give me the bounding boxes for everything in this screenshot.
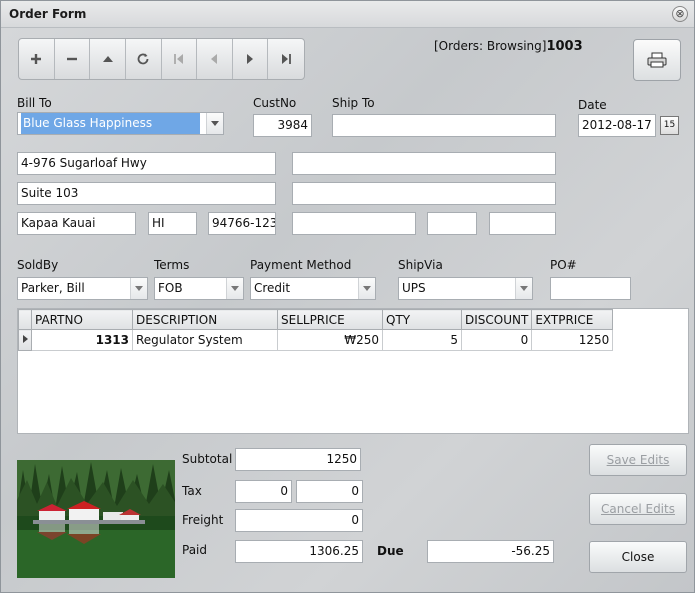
bill-to-label: Bill To [17,96,52,110]
add-record-button[interactable] [19,39,55,79]
row-indicator-header [18,309,32,330]
table-row[interactable]: 1313 Regulator System ₩250 5 0 1250 [18,329,614,351]
ship-zip-field[interactable] [489,212,556,235]
items-table: PARTNO DESCRIPTION SELLPRICE QTY DISCOUN… [18,309,614,351]
tax-amount-field[interactable]: 0 [296,480,363,503]
bill-to-value: Blue Glass Happiness [21,113,200,134]
current-row-icon [23,334,28,343]
tax-label: Tax [182,484,202,498]
save-edits-button[interactable]: Save Edits [589,444,687,476]
cell-description[interactable]: Regulator System [132,329,278,351]
freight-label: Freight [182,513,224,527]
triangle-up-icon [102,56,113,62]
chevron-down-icon[interactable] [130,278,147,299]
date-field[interactable]: 2012-08-17 [578,114,656,137]
close-window-icon[interactable]: ⊗ [672,6,688,22]
chevron-down-icon[interactable] [515,278,532,299]
first-icon [173,54,183,64]
paid-label: Paid [182,543,208,557]
bill-to-combo[interactable]: Blue Glass Happiness [17,112,224,135]
column-header-extprice[interactable]: EXTPRICE [531,309,614,330]
refresh-button[interactable] [126,39,162,79]
header-row: PARTNO DESCRIPTION SELLPRICE QTY DISCOUN… [18,309,614,330]
freight-field[interactable]: 0 [235,509,363,532]
payment-method-label: Payment Method [250,258,352,272]
ship-address1-field[interactable] [292,152,556,175]
cell-extprice[interactable]: 1250 [531,329,614,351]
record-navigator [18,38,305,80]
cell-partno[interactable]: 1313 [31,329,133,351]
paid-field[interactable]: 1306.25 [235,540,363,563]
row-indicator [18,329,32,351]
column-header-sellprice[interactable]: SELLPRICE [277,309,383,330]
terms-label: Terms [154,258,190,272]
chevron-down-icon[interactable] [226,278,243,299]
next-icon [247,54,254,64]
payment-method-value: Credit [254,281,291,295]
print-button[interactable] [633,39,681,81]
last-icon [282,54,292,64]
subtotal-label: Subtotal [182,452,233,466]
cell-discount[interactable]: 0 [460,329,533,351]
chevron-down-icon[interactable] [358,278,375,299]
due-label: Due [377,544,404,558]
record-status: [Orders: Browsing]1003 [434,39,583,54]
column-header-description[interactable]: DESCRIPTION [132,309,278,330]
delete-record-button[interactable] [55,39,91,79]
first-record-button[interactable] [162,39,198,79]
printer-icon [647,52,667,68]
ship-city-field[interactable] [292,212,416,235]
ship-to-name-field[interactable] [332,114,556,137]
terms-combo[interactable]: FOB [154,277,244,300]
subtotal-field[interactable]: 1250 [235,448,361,471]
ship-via-combo[interactable]: UPS [398,277,533,300]
column-header-qty[interactable]: QTY [382,309,462,330]
bill-address1-field[interactable]: 4-976 Sugarloaf Hwy [17,152,276,175]
close-button[interactable]: Close [589,541,687,573]
sold-by-value: Parker, Bill [21,281,85,295]
custno-field[interactable]: 3984 [253,114,312,137]
refresh-icon [137,53,149,65]
order-items-grid[interactable]: PARTNO DESCRIPTION SELLPRICE QTY DISCOUN… [17,308,689,434]
tax-rate-field[interactable]: 0 [235,480,292,503]
terms-value: FOB [158,281,183,295]
bill-city-field[interactable]: Kapaa Kauai [17,212,136,235]
bill-address2-field[interactable]: Suite 103 [17,182,276,205]
plus-icon [31,54,42,64]
ship-via-label: ShipVia [398,258,443,272]
prev-icon [211,54,218,64]
order-form-window: Order Form ⊗ [Orders: Browsing]1003 Bill… [0,0,695,593]
prior-record-button[interactable] [197,39,233,79]
column-header-partno[interactable]: PARTNO [31,309,133,330]
cancel-edits-button[interactable]: Cancel Edits [589,493,687,525]
po-label: PO# [550,258,577,272]
post-record-button[interactable] [90,39,126,79]
ship-to-label: Ship To [332,96,375,110]
payment-method-combo[interactable]: Credit [250,277,376,300]
bill-zip-field[interactable]: 94766-1234 [208,212,276,235]
sold-by-combo[interactable]: Parker, Bill [17,277,148,300]
ship-state-field[interactable] [427,212,477,235]
date-label: Date [578,98,607,112]
customer-photo [17,460,175,578]
cell-sellprice[interactable]: ₩250 [277,329,383,351]
calendar-icon[interactable]: 15 [660,116,679,135]
column-header-discount[interactable]: DISCOUNT [460,309,533,330]
title-bar: Order Form ⊗ [1,1,694,28]
bill-state-field[interactable]: HI [148,212,197,235]
minus-icon [66,57,77,61]
window-title: Order Form [9,7,87,21]
sold-by-label: SoldBy [17,258,59,272]
po-field[interactable] [550,277,631,300]
ship-via-value: UPS [402,281,426,295]
due-field[interactable]: -56.25 [427,540,554,563]
next-record-button[interactable] [233,39,269,79]
chevron-down-icon[interactable] [206,113,223,134]
cell-qty[interactable]: 5 [382,329,462,351]
custno-label: CustNo [253,96,297,110]
last-record-button[interactable] [268,39,304,79]
status-text: [Orders: Browsing] [434,39,547,53]
order-number: 1003 [546,39,583,54]
ship-address2-field[interactable] [292,182,556,205]
